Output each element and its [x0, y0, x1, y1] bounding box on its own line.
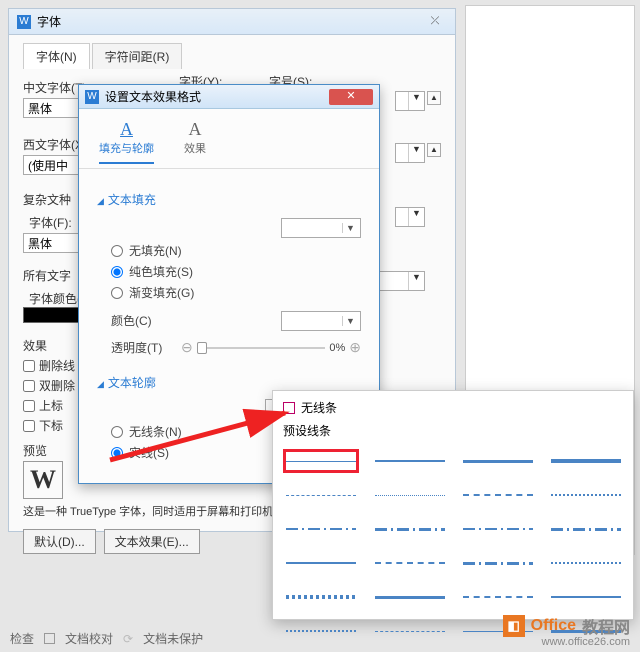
line-option[interactable]: [283, 619, 359, 643]
line-style-flyout: 无线条 预设线条: [272, 390, 634, 620]
line-option[interactable]: [373, 483, 447, 507]
status-unsaved: 文档未保护: [143, 630, 203, 647]
wn-font-input[interactable]: [24, 156, 84, 174]
line-option[interactable]: [461, 551, 535, 575]
status-check[interactable]: 检查: [10, 630, 34, 647]
office-logo-icon: ◧: [503, 615, 525, 637]
opacity-value: 0%: [329, 342, 345, 354]
opacity-label: 透明度(T): [111, 339, 181, 356]
checkbox-icon[interactable]: [44, 633, 55, 644]
line-option[interactable]: [461, 517, 535, 541]
no-line-icon: [283, 402, 295, 414]
section-text-fill[interactable]: 文本填充: [97, 191, 361, 208]
preset-lines-label: 预设线条: [279, 420, 627, 441]
line-option[interactable]: [549, 585, 623, 609]
letter-a-icon: A: [189, 119, 202, 140]
chevron-down-icon[interactable]: ▼: [408, 272, 424, 290]
line-option[interactable]: [549, 551, 623, 575]
font-f-input[interactable]: [24, 234, 84, 252]
line-option[interactable]: [373, 585, 447, 609]
line-option[interactable]: [283, 585, 359, 609]
complex-combo2[interactable]: ▼: [395, 207, 425, 227]
minus-icon[interactable]: ⊖: [181, 339, 193, 356]
font-dialog-titlebar: W 字体 ⤫: [9, 9, 455, 35]
line-option[interactable]: [373, 551, 447, 575]
line-option[interactable]: [283, 449, 359, 473]
close-icon[interactable]: ⤫: [423, 15, 447, 28]
line-option[interactable]: [373, 449, 447, 473]
line-option[interactable]: [283, 551, 359, 575]
chevron-down-icon[interactable]: ▼: [408, 92, 424, 110]
tab-fill-outline[interactable]: A 填充与轮廓: [99, 119, 154, 164]
line-option[interactable]: [373, 517, 447, 541]
slider-thumb[interactable]: [197, 342, 207, 354]
color-label: 颜色(C): [111, 312, 181, 329]
preview-box: W: [23, 461, 63, 499]
line-option[interactable]: [461, 449, 535, 473]
watermark: ◧ Office教程网 www.office26.com: [503, 614, 630, 638]
section-text-outline[interactable]: 文本轮廓: [97, 374, 361, 391]
chevron-down-icon[interactable]: ▼: [342, 223, 358, 233]
status-proof[interactable]: 文档校对: [65, 630, 113, 647]
color-combo[interactable]: ▼: [281, 311, 361, 331]
chevron-down-icon[interactable]: ▼: [408, 208, 424, 226]
text-effect-button[interactable]: 文本效果(E)...: [104, 529, 200, 554]
line-option[interactable]: [373, 619, 447, 643]
opacity-slider[interactable]: ⊖ 0% ⊕: [181, 339, 361, 356]
chevron-down-icon[interactable]: ▼: [342, 316, 358, 326]
scroll-up-icon[interactable]: ▲: [427, 91, 441, 105]
close-button[interactable]: ✕: [329, 89, 373, 105]
tab-spacing[interactable]: 字符间距(R): [92, 43, 183, 69]
line-option[interactable]: [461, 585, 535, 609]
chevron-down-icon[interactable]: ▼: [408, 144, 424, 162]
letter-a-outline-icon: A: [120, 119, 133, 140]
default-button[interactable]: 默认(D)...: [23, 529, 96, 554]
scroll-up-icon[interactable]: ▲: [427, 143, 441, 157]
app-icon: W: [85, 90, 99, 104]
brand-text: Office: [531, 617, 576, 635]
lock-icon: ⟳: [123, 632, 133, 646]
solid-fill-radio[interactable]: 纯色填充(S): [111, 263, 361, 280]
plus-icon[interactable]: ⊕: [349, 339, 361, 356]
app-icon: W: [17, 15, 31, 29]
shape-combo[interactable]: ▼: [395, 91, 425, 111]
font-dialog-title: 字体: [37, 13, 61, 30]
line-option[interactable]: [283, 483, 359, 507]
cn-font-input[interactable]: [24, 99, 84, 117]
status-bar: 检查 文档校对 ⟳ 文档未保护: [10, 630, 203, 647]
line-option[interactable]: [461, 483, 535, 507]
tab-font[interactable]: 字体(N): [23, 43, 90, 69]
fill-type-combo[interactable]: ▼: [281, 218, 361, 238]
gradient-fill-radio[interactable]: 渐变填充(G): [111, 284, 361, 301]
wn-combo2[interactable]: ▼: [395, 143, 425, 163]
line-option[interactable]: [549, 449, 623, 473]
no-fill-radio[interactable]: 无填充(N): [111, 242, 361, 259]
tab-effects[interactable]: A 效果: [184, 119, 206, 164]
line-option[interactable]: [549, 517, 623, 541]
text-effect-titlebar: W 设置文本效果格式 ✕: [79, 85, 379, 109]
line-option[interactable]: [283, 517, 359, 541]
brand-url: www.office26.com: [542, 636, 630, 648]
text-effect-title: 设置文本效果格式: [105, 88, 201, 105]
line-option[interactable]: [549, 483, 623, 507]
no-line-option[interactable]: 无线条: [279, 397, 627, 418]
